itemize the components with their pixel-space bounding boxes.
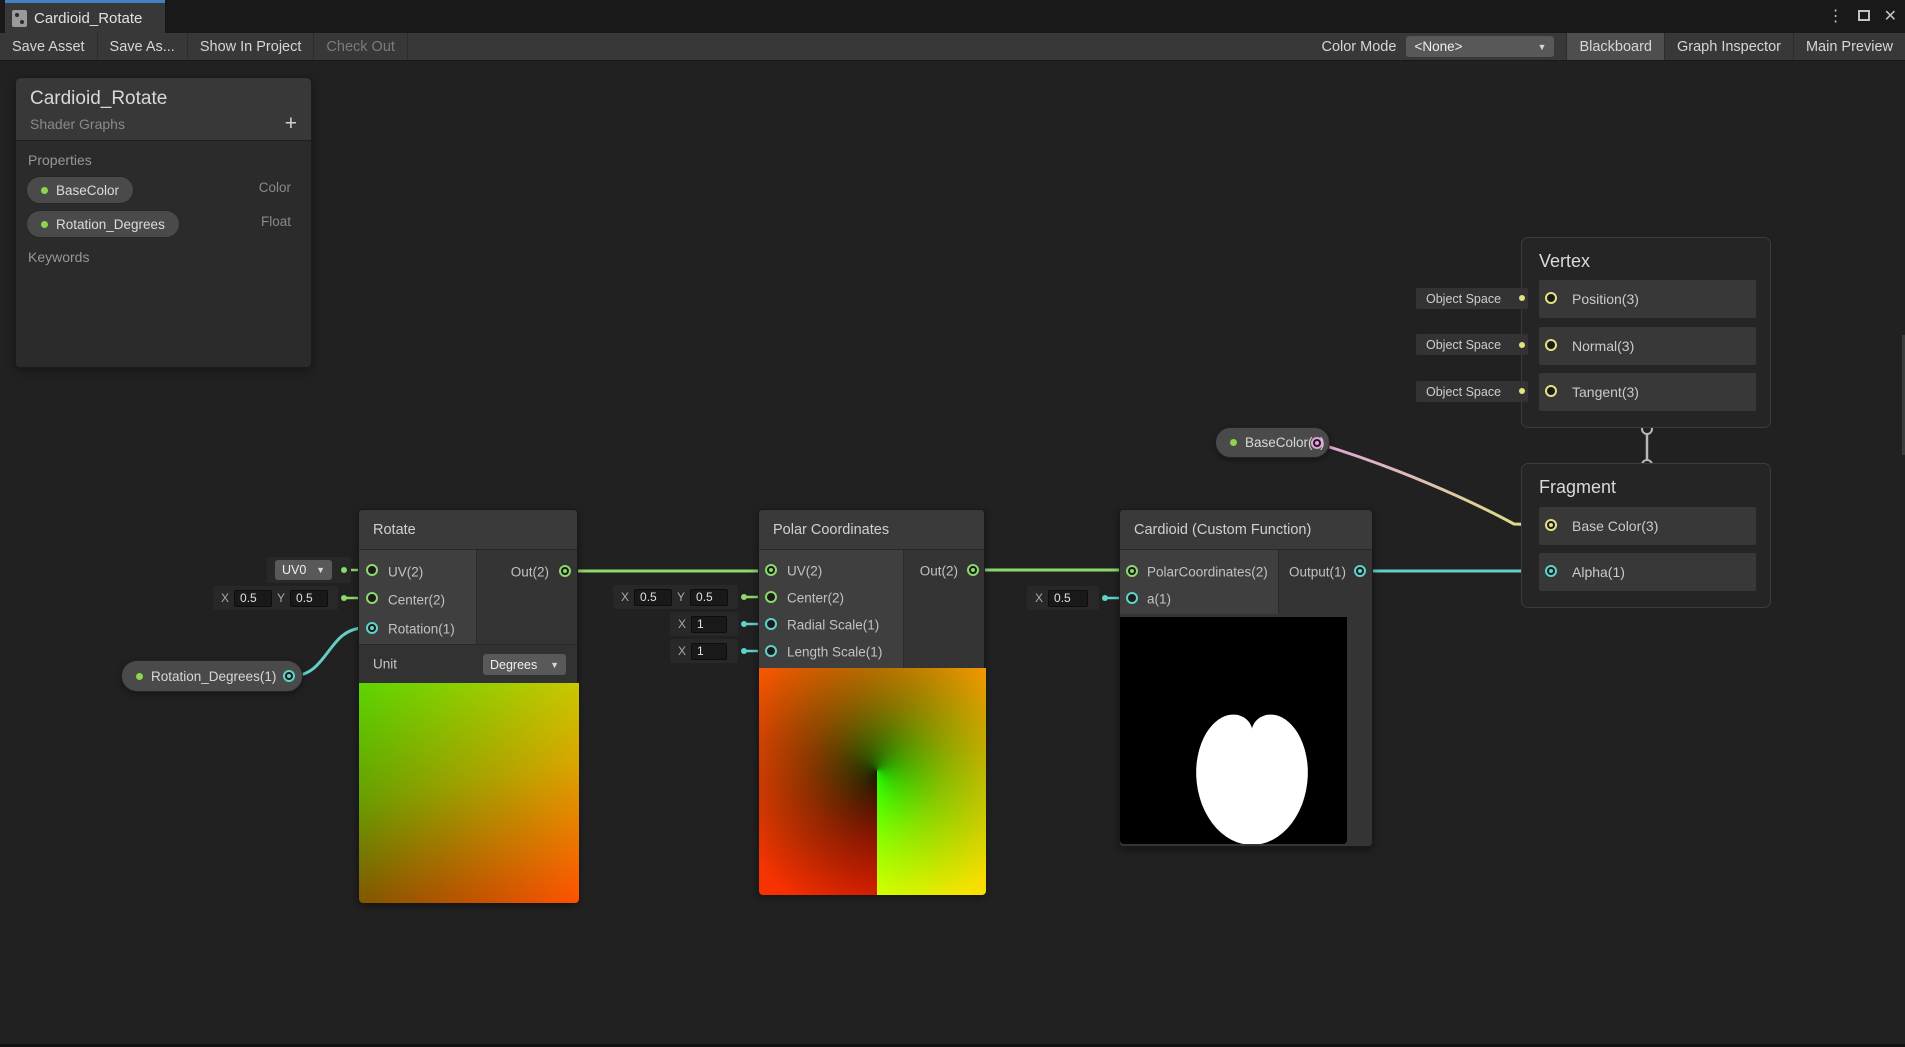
- polar-center-port[interactable]: [765, 591, 777, 603]
- stub-dot: [741, 648, 747, 654]
- stub-dot: [341, 595, 347, 601]
- center-x-field[interactable]: 0.5: [634, 588, 673, 606]
- center-y-field[interactable]: 0.5: [690, 588, 729, 606]
- tangent-space-dropdown[interactable]: Object Space: [1416, 381, 1528, 402]
- cardioid-shape: [1196, 714, 1308, 844]
- polar-out-port[interactable]: [967, 564, 979, 576]
- polar-preview: [759, 668, 986, 895]
- stub-dot: [741, 594, 747, 600]
- polar-center-widget: X 0.5 Y 0.5: [613, 585, 738, 609]
- exposed-dot-icon: [136, 672, 143, 680]
- stub-dot: [1102, 595, 1108, 601]
- chevron-down-icon: ▼: [316, 565, 325, 575]
- rotate-node-title[interactable]: Rotate: [359, 510, 577, 550]
- polar-radial-scale-port[interactable]: [765, 618, 777, 630]
- uv-channel-widget: UV0 ▼: [267, 557, 351, 583]
- stub-dot: [1519, 295, 1525, 301]
- normal-space-dropdown[interactable]: Object Space: [1416, 334, 1528, 355]
- rotation-degrees-out-port[interactable]: [283, 670, 295, 682]
- stub-dot: [1519, 342, 1525, 348]
- rotate-center-widget: X 0.5 Y 0.5: [213, 586, 338, 610]
- uv-channel-dropdown[interactable]: UV0 ▼: [275, 560, 332, 580]
- stub-dot: [741, 621, 747, 627]
- rotate-uv-port[interactable]: [366, 564, 378, 576]
- basecolor-out-port[interactable]: [1311, 437, 1323, 449]
- tangent-port[interactable]: [1545, 385, 1557, 397]
- rotate-preview: [359, 683, 579, 903]
- base-color-port[interactable]: [1545, 519, 1557, 531]
- position-row[interactable]: Position(3): [1539, 280, 1756, 318]
- fragment-block[interactable]: Fragment Base Color(3) Alpha(1): [1521, 463, 1771, 608]
- rotate-center-port[interactable]: [366, 592, 378, 604]
- cardioid-node-title[interactable]: Cardioid (Custom Function): [1120, 510, 1372, 550]
- alpha-row[interactable]: Alpha(1): [1539, 553, 1756, 591]
- rotation-degrees-property-node[interactable]: Rotation_Degrees(1): [121, 660, 303, 692]
- position-space-dropdown[interactable]: Object Space: [1416, 288, 1528, 309]
- polar-length-scale-port[interactable]: [765, 645, 777, 657]
- cardioid-polarcoordinates-port[interactable]: [1126, 565, 1138, 577]
- exposed-dot-icon: [1230, 439, 1237, 446]
- rotate-rotation-port[interactable]: [366, 622, 378, 634]
- a-value-field[interactable]: 0.5: [1048, 589, 1089, 607]
- stub-dot: [341, 567, 347, 573]
- position-port[interactable]: [1545, 292, 1557, 304]
- normal-port[interactable]: [1545, 339, 1557, 351]
- cardioid-preview: [1120, 617, 1347, 844]
- radial-scale-field[interactable]: 1: [691, 615, 728, 633]
- cardioid-a-widget: X 0.5: [1027, 586, 1099, 610]
- cardioid-output-port[interactable]: [1354, 565, 1366, 577]
- normal-row[interactable]: Normal(3): [1539, 327, 1756, 365]
- unit-dropdown[interactable]: Degrees ▼: [483, 654, 566, 675]
- polar-node-title[interactable]: Polar Coordinates: [759, 510, 984, 550]
- length-scale-widget: X 1: [670, 639, 738, 663]
- rotate-node[interactable]: Rotate UV(2) Center(2) Rotation(1) Out(2…: [358, 509, 579, 903]
- cardioid-node[interactable]: Cardioid (Custom Function) PolarCoordina…: [1119, 509, 1373, 847]
- shader-graph-window: Cardioid_Rotate ⋮ ✕ Save Asset Save As..…: [0, 0, 1905, 1047]
- polar-uv-port[interactable]: [765, 564, 777, 576]
- center-y-field[interactable]: 0.5: [290, 589, 329, 607]
- vertex-title: Vertex: [1539, 251, 1591, 271]
- rotate-out-port[interactable]: [559, 565, 571, 577]
- vertex-block[interactable]: Vertex Position(3) Normal(3) Tangent(3): [1521, 237, 1771, 428]
- fragment-title: Fragment: [1539, 477, 1617, 497]
- cardioid-a-port[interactable]: [1126, 592, 1138, 604]
- tangent-row[interactable]: Tangent(3): [1539, 373, 1756, 411]
- stub-dot: [1519, 388, 1525, 394]
- center-x-field[interactable]: 0.5: [234, 589, 273, 607]
- length-scale-field[interactable]: 1: [691, 642, 728, 660]
- base-color-row[interactable]: Base Color(3): [1539, 507, 1756, 545]
- radial-scale-widget: X 1: [670, 612, 738, 636]
- polar-coordinates-node[interactable]: Polar Coordinates UV(2) Center(2) Radial…: [758, 509, 986, 895]
- alpha-port[interactable]: [1545, 565, 1557, 577]
- unit-label: Unit: [373, 656, 398, 672]
- chevron-down-icon: ▼: [550, 659, 559, 670]
